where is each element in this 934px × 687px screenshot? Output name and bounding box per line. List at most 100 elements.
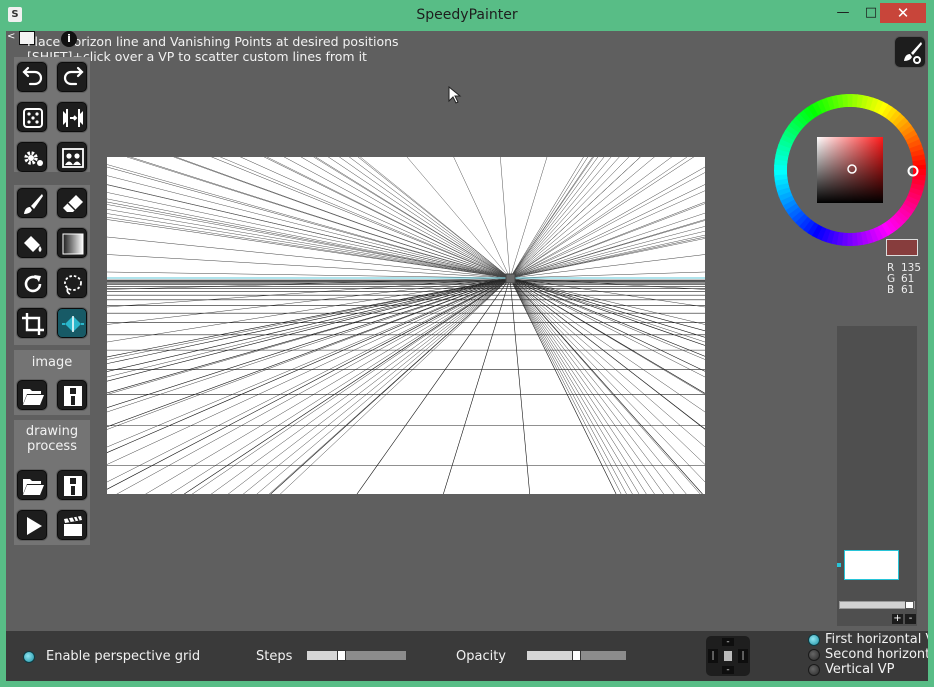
fill-tool-button[interactable] — [16, 227, 48, 259]
nudge-down-button[interactable]: - — [722, 666, 734, 675]
grid-opacity-slider[interactable] — [527, 650, 626, 661]
grid-line — [509, 271, 705, 279]
grid-line — [283, 157, 511, 279]
redo-button[interactable] — [56, 61, 88, 93]
nudge-up-button[interactable]: - — [722, 638, 734, 647]
gradient-icon — [62, 233, 84, 255]
layer-opacity-slider[interactable] — [839, 601, 915, 609]
minimize-button[interactable]: — — [828, 3, 858, 23]
grid-line — [339, 157, 511, 279]
grid-line — [509, 157, 605, 279]
current-color-swatch[interactable] — [886, 239, 918, 256]
window-title: SpeedyPainter — [416, 7, 518, 23]
open-process-button[interactable] — [16, 469, 48, 501]
reference-button[interactable] — [56, 141, 88, 173]
perspective-icon — [62, 316, 84, 332]
steps-slider-knob[interactable] — [336, 650, 346, 661]
mirror-button[interactable] — [56, 101, 88, 133]
layer-opacity-knob[interactable] — [905, 601, 914, 609]
vp-option-second-radio[interactable] — [808, 649, 820, 661]
grid-line — [509, 157, 599, 279]
grid-line — [107, 192, 511, 279]
crop-tool-button[interactable] — [16, 307, 48, 339]
grid-line — [509, 277, 703, 494]
grid-line — [509, 212, 705, 279]
nudge-right-button[interactable]: | — [738, 649, 748, 663]
drawing-process-label: drawing process — [25, 424, 79, 454]
close-button[interactable]: ✕ — [880, 3, 926, 23]
grid-line — [107, 277, 511, 372]
grid-line — [107, 277, 511, 378]
vp-option-first-label[interactable]: First horizontal VP — [825, 632, 928, 647]
grid-line — [509, 157, 673, 279]
settings-button[interactable] — [16, 141, 48, 173]
nudge-left-button[interactable]: | — [708, 649, 718, 663]
grid-line — [279, 277, 511, 494]
grid-line — [509, 219, 705, 279]
grid-line — [348, 157, 511, 279]
grid-line — [107, 204, 511, 279]
folder-open-icon — [23, 389, 44, 405]
lasso-icon — [64, 275, 82, 295]
grid-line — [175, 157, 511, 279]
brush-settings-button[interactable] — [894, 36, 926, 68]
saturation-value-square[interactable] — [817, 137, 883, 203]
enable-perspective-toggle[interactable] — [23, 651, 35, 663]
remove-layer-button[interactable]: - — [905, 614, 916, 624]
image-panel: image — [14, 350, 90, 415]
steps-slider[interactable] — [307, 650, 406, 661]
folder-open-icon — [23, 479, 44, 495]
add-layer-button[interactable]: + — [892, 614, 903, 624]
grid-line — [191, 277, 511, 494]
grid-line — [116, 277, 511, 494]
grid-line — [107, 209, 511, 279]
grid-line — [509, 157, 589, 279]
grid-line — [509, 172, 705, 279]
random-button[interactable] — [16, 101, 48, 133]
vp-option-vertical-radio[interactable] — [808, 664, 820, 676]
grid-line — [107, 184, 511, 279]
grid-line — [509, 157, 695, 279]
vp-option-vertical-label[interactable]: Vertical VP — [825, 662, 895, 677]
undo-button[interactable] — [16, 61, 48, 93]
vanishing-point-handle[interactable] — [505, 273, 516, 284]
opacity-slider-knob[interactable] — [571, 650, 581, 661]
grid-line — [509, 220, 705, 279]
brush-tool-button[interactable] — [16, 187, 48, 219]
open-image-button[interactable] — [16, 379, 48, 411]
grid-line — [509, 277, 617, 494]
eraser-icon — [63, 195, 83, 212]
save-process-button[interactable] — [56, 469, 88, 501]
info-icon[interactable]: i — [61, 31, 77, 47]
color-wheel[interactable] — [774, 94, 926, 246]
grid-line — [509, 234, 705, 279]
grid-line — [263, 157, 511, 279]
rotate-canvas-button[interactable] — [16, 267, 48, 299]
save-image-button[interactable] — [56, 379, 88, 411]
grid-line — [107, 166, 511, 279]
vp-option-second-label[interactable]: Second horizontal VP — [825, 647, 928, 662]
drawing-canvas[interactable] — [107, 157, 705, 494]
dice-icon — [23, 108, 43, 128]
eraser-tool-button[interactable] — [56, 187, 88, 219]
grid-line — [509, 157, 655, 279]
grid-line — [509, 157, 620, 279]
opacity-label: Opacity — [456, 649, 507, 664]
grid-line — [107, 201, 511, 279]
perspective-tool-button[interactable] — [56, 307, 88, 339]
play-process-button[interactable] — [16, 509, 48, 541]
grid-line — [356, 277, 511, 494]
brush-settings-icon — [904, 42, 922, 64]
vp-option-first-radio[interactable] — [808, 634, 820, 646]
grid-line — [509, 277, 705, 430]
reference-icon — [62, 148, 84, 168]
tool-panel-drawing — [14, 185, 90, 345]
vp-nudge-pad: - - | | — [706, 636, 750, 676]
lasso-tool-button[interactable] — [56, 267, 88, 299]
grid-line — [509, 277, 705, 483]
grid-line — [107, 277, 511, 430]
layer-thumbnail[interactable] — [844, 550, 899, 580]
toolbar-collapse-button[interactable]: < — [7, 31, 17, 43]
gradient-tool-button[interactable] — [56, 227, 88, 259]
export-video-button[interactable] — [56, 509, 88, 541]
